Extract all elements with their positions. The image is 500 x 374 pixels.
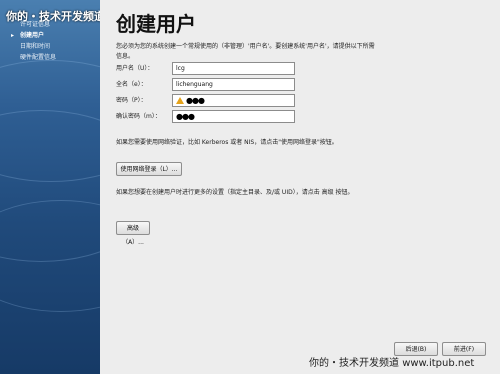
confirm-password-label: 确认密码（m）： bbox=[116, 113, 161, 120]
password-field[interactable]: ●●● bbox=[172, 94, 295, 107]
password-mask: ●●● bbox=[186, 96, 205, 105]
network-login-button[interactable]: 使用网络登录（L）... bbox=[116, 162, 182, 176]
username-label: 用户名（U）： bbox=[116, 65, 154, 72]
footer-watermark: 你的・技术开发频道 www.itpub.net bbox=[309, 354, 474, 369]
sidebar-item-label: 创建用户 bbox=[20, 32, 45, 39]
sidebar-item-hardware-profile: 硬件配置信息 bbox=[0, 53, 100, 63]
password-label: 密码（P）： bbox=[116, 97, 147, 104]
advanced-button[interactable]: 高级（A）... bbox=[116, 221, 150, 246]
advanced-text: 如果您想要在创建用户时进行更多的设置（指定主目录、及/或 UID），请点击 高级… bbox=[116, 189, 354, 196]
sidebar-nav: 许可证信息 ▸ 创建用户 日期和时间 硬件配置信息 bbox=[0, 20, 100, 64]
sidebar-item-label: 许可证信息 bbox=[20, 21, 51, 28]
sidebar-item-date-time: 日期和时间 bbox=[0, 42, 100, 52]
sidebar-item-label: 硬件配置信息 bbox=[20, 54, 57, 61]
username-field[interactable]: lcg bbox=[172, 62, 295, 75]
network-login-text: 如果您需要使用网络验证，比如 Kerberos 或者 NIS，请点击"使用网络登… bbox=[116, 139, 338, 146]
sidebar-item-license: 许可证信息 bbox=[0, 20, 100, 30]
footer-brand: 你的・技术开发频道 bbox=[309, 358, 399, 369]
page-title: 创建用户 bbox=[116, 12, 196, 36]
main-content: 创建用户 您必须为您的系统创建一个常规使用的（非管理）'用户名'。要创建系统'用… bbox=[100, 0, 500, 374]
username-row: 用户名（U）： lcg bbox=[116, 62, 296, 75]
fullname-field[interactable]: lichenguang bbox=[172, 78, 295, 91]
password-row: 密码（P）： ●●● bbox=[116, 94, 296, 107]
sidebar-item-create-user: ▸ 创建用户 bbox=[0, 31, 100, 41]
sidebar: 你的・技术开发频道 许可证信息 ▸ 创建用户 日期和时间 硬件配置信息 bbox=[0, 0, 100, 374]
confirm-row: 确认密码（m）： ●●● bbox=[116, 110, 296, 123]
confirm-password-field[interactable]: ●●● bbox=[172, 110, 295, 123]
fullname-row: 全名（e）： lichenguang bbox=[116, 78, 296, 91]
fullname-label: 全名（e）： bbox=[116, 81, 147, 88]
footer-url: www.itpub.net bbox=[402, 358, 475, 369]
sidebar-item-label: 日期和时间 bbox=[20, 43, 51, 50]
confirm-password-mask: ●●● bbox=[176, 112, 195, 121]
current-step-arrow-icon: ▸ bbox=[11, 32, 15, 39]
intro-text: 您必须为您的系统创建一个常规使用的（非管理）'用户名'。要创建系统'用户名'，请… bbox=[116, 43, 375, 60]
warning-icon bbox=[176, 97, 184, 104]
